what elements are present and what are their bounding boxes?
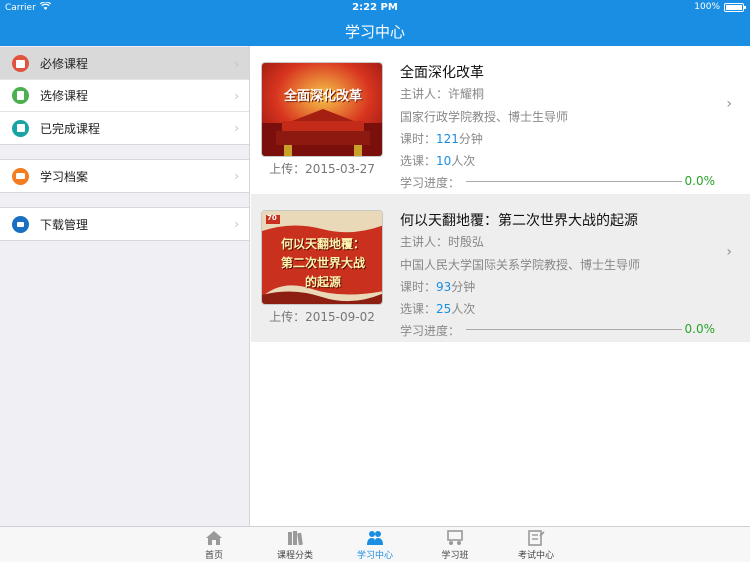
tab-label: 课程分类 — [276, 551, 313, 561]
course-title: 全面深化改革 — [400, 65, 484, 81]
lecturer-line: 主讲人：时殷弘 — [400, 233, 484, 250]
archive-icon — [12, 167, 29, 185]
thumbnail-caption-line-2: 第二次世界大战 — [280, 256, 365, 270]
status-time: 2:22 PM — [352, 2, 398, 13]
upload-date: 上传：2015-09-02 — [269, 310, 375, 324]
tab-label: 考试中心 — [517, 551, 554, 561]
sidebar-item-label: 学习档案 — [40, 169, 89, 184]
hours-label: 课时： — [400, 280, 437, 294]
course-card[interactable]: 70 何以天翻地覆： 第二次世界大战 的起源 上传：2015-09-02 何以天… — [251, 194, 750, 342]
hours-line: 课时：93分钟 — [400, 278, 475, 295]
sidebar: 必修课程 › 选修课程 › 已完成课程 › 学习档案 › 下载管理 › — [0, 46, 250, 526]
course-thumbnail: 全面深化改革 — [261, 62, 383, 157]
menu-group-courses: 必修课程 › 选修课程 › 已完成课程 › — [0, 47, 249, 145]
progress-bar — [466, 329, 682, 330]
exam-icon — [528, 530, 545, 546]
enroll-line: 选课：25人次 — [400, 300, 475, 317]
course-list: 全面深化改革 上传：2015-03-27 全面深化改革 主讲人：许耀桐 国家行政… — [251, 46, 750, 526]
hours-value: 121 — [436, 132, 459, 146]
chevron-right-icon: › — [234, 169, 239, 183]
affiliation: 国家行政学院教授、博士生导师 — [400, 110, 569, 124]
sidebar-item-required-courses[interactable]: 必修课程 › — [0, 48, 249, 80]
tab-label: 学习班 — [441, 551, 469, 561]
upload-date: 上传：2015-03-27 — [269, 162, 375, 176]
hours-unit: 分钟 — [451, 280, 476, 294]
tab-home[interactable]: 首页 — [179, 527, 249, 562]
lecturer-label: 主讲人： — [400, 87, 449, 101]
affiliation: 中国人民大学国际关系学院教授、博士生导师 — [400, 258, 641, 272]
chevron-right-icon: › — [234, 121, 239, 135]
enroll-unit: 人次 — [451, 154, 476, 168]
tab-study-class[interactable]: 学习班 — [420, 527, 490, 562]
thumbnail-caption: 全面深化改革 — [283, 89, 362, 104]
download-icon — [12, 215, 29, 233]
chevron-right-icon: › — [234, 89, 239, 103]
enroll-unit: 人次 — [451, 302, 476, 316]
sidebar-item-elective-courses[interactable]: 选修课程 › — [0, 80, 249, 112]
thumbnail-caption-line-3: 的起源 — [304, 275, 341, 289]
navigation-bar: 学习中心 — [0, 16, 750, 46]
lecturer-label: 主讲人： — [400, 235, 449, 249]
tab-label: 首页 — [204, 551, 223, 561]
hours-line: 课时：121分钟 — [400, 130, 483, 147]
chevron-right-icon: › — [726, 244, 732, 260]
course-thumbnail: 70 何以天翻地覆： 第二次世界大战 的起源 — [261, 210, 383, 305]
chevron-right-icon: › — [234, 57, 239, 71]
enroll-value: 25 — [436, 302, 452, 316]
sidebar-item-label: 必修课程 — [40, 57, 89, 71]
page-title: 学习中心 — [344, 23, 405, 41]
hours-value: 93 — [436, 280, 452, 294]
sidebar-item-label: 已完成课程 — [40, 121, 101, 136]
sidebar-item-download-manager[interactable]: 下载管理 › — [0, 208, 249, 240]
chevron-right-icon: › — [234, 217, 239, 231]
course-title: 何以天翻地覆：第二次世界大战的起源 — [400, 213, 638, 229]
tab-learning-center[interactable]: 学习中心 — [340, 527, 410, 562]
enroll-line: 选课：10人次 — [400, 152, 475, 169]
book-icon — [12, 55, 29, 72]
enroll-label: 选课： — [400, 154, 437, 168]
progress-label: 学习进度： — [400, 324, 461, 338]
status-bar: Carrier 2:22 PM 100% — [0, 0, 750, 16]
chevron-right-icon: › — [726, 96, 732, 112]
tab-course-categories[interactable]: 课程分类 — [260, 527, 330, 562]
progress-bar — [466, 181, 682, 182]
menu-group-archive: 学习档案 › — [0, 159, 249, 193]
hours-label: 课时： — [400, 132, 437, 146]
hours-unit: 分钟 — [458, 132, 483, 146]
enroll-label: 选课： — [400, 302, 437, 316]
document-icon — [12, 87, 29, 104]
sidebar-item-label: 选修课程 — [40, 89, 89, 103]
progress-value: 0.0% — [684, 174, 716, 188]
tab-label: 学习中心 — [356, 551, 393, 561]
books-icon — [288, 531, 303, 546]
battery-icon — [724, 2, 746, 12]
menu-group-download: 下载管理 › — [0, 207, 249, 241]
tab-bar: 首页 课程分类 学习中心 学习班 考试中心 — [0, 526, 750, 562]
sidebar-item-label: 下载管理 — [40, 217, 89, 232]
lecturer-line: 主讲人：许耀桐 — [400, 85, 484, 102]
home-icon — [206, 531, 222, 545]
checklist-icon — [12, 119, 29, 137]
course-card[interactable]: 全面深化改革 上传：2015-03-27 全面深化改革 主讲人：许耀桐 国家行政… — [251, 46, 750, 194]
progress-value: 0.0% — [684, 322, 716, 336]
classroom-icon — [447, 530, 463, 545]
thumbnail-badge: 70 — [267, 214, 277, 222]
enroll-value: 10 — [436, 154, 452, 168]
tab-exam-center[interactable]: 考试中心 — [501, 527, 571, 562]
thumbnail-caption-line-1: 何以天翻地覆： — [280, 237, 365, 251]
sidebar-item-completed-courses[interactable]: 已完成课程 › — [0, 112, 249, 144]
sidebar-item-learning-archive[interactable]: 学习档案 › — [0, 160, 249, 192]
lecturer-name: 时殷弘 — [448, 235, 485, 249]
people-icon — [367, 531, 383, 545]
battery-percent: 100% — [694, 2, 720, 12]
lecturer-name: 许耀桐 — [448, 87, 485, 101]
progress-label: 学习进度： — [400, 176, 461, 190]
